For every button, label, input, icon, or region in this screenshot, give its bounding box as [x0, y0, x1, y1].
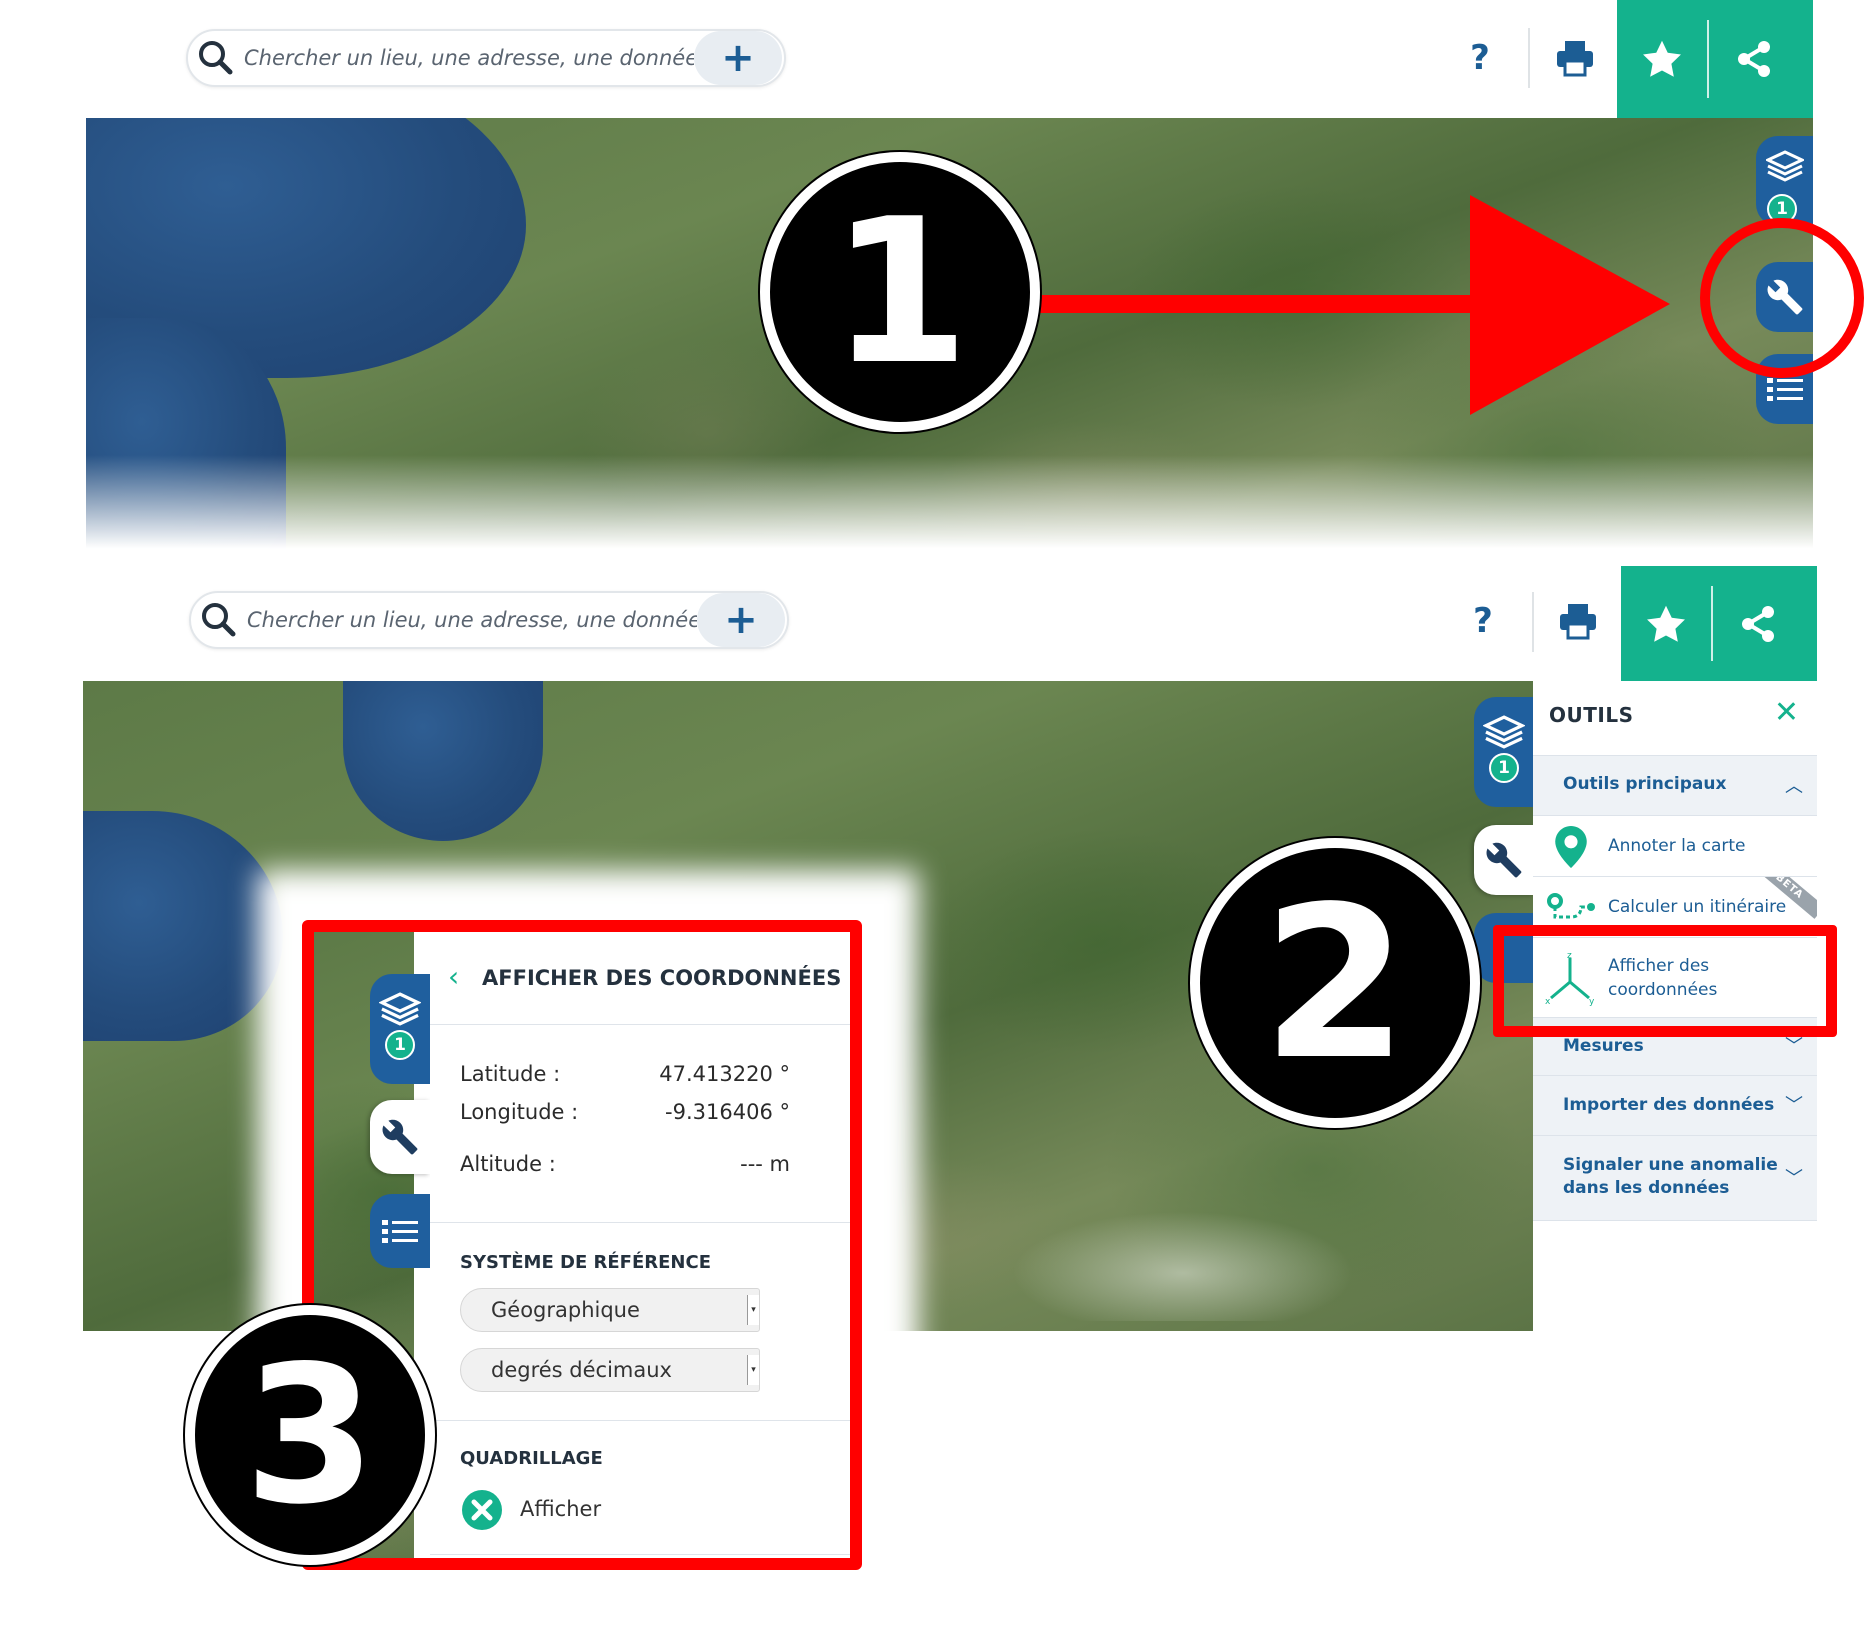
latitude-value: 47.413220 ° [659, 1062, 790, 1086]
search-input[interactable]: Chercher un lieu, une adresse, une donné… [247, 608, 697, 632]
altitude-value: --- m [740, 1152, 790, 1176]
chevron-down-icon: ﹀ [1785, 1168, 1803, 1189]
grid-toggle-label: Afficher [520, 1497, 602, 1521]
section-label: Outils principaux [1563, 774, 1727, 794]
share-toolbar [1621, 566, 1817, 681]
search-bar[interactable]: Chercher un lieu, une adresse, une donné… [186, 29, 786, 87]
coordinates-panel: ‹ AFFICHER DES COORDONNÉES Latitude : 47… [430, 932, 850, 1558]
section-label: Mesures [1563, 1036, 1644, 1056]
layers-icon [379, 992, 421, 1026]
grid-heading: QUADRILLAGE [460, 1448, 603, 1469]
tool-annotate[interactable]: Annoter la carte [1533, 815, 1817, 876]
layers-count-badge: 1 [385, 1030, 415, 1060]
star-icon [1647, 605, 1685, 642]
arrow-annotation [1030, 195, 1670, 415]
print-icon [1560, 604, 1596, 640]
search-input[interactable]: Chercher un lieu, une adresse, une donné… [244, 46, 694, 70]
tool-label: Calculer un itinéraire [1608, 897, 1787, 917]
route-icon [1547, 893, 1595, 919]
close-icon[interactable]: ✕ [1774, 695, 1799, 730]
chevron-up-icon: ︿ [1785, 776, 1803, 797]
help-button[interactable]: ? [1455, 30, 1505, 86]
divider [430, 1420, 850, 1421]
longitude-label: Longitude : [460, 1100, 579, 1124]
layers-icon [1483, 715, 1525, 749]
share-button[interactable] [1709, 0, 1799, 118]
highlight-circle [1700, 218, 1864, 378]
system-select[interactable]: Géographique ▾ [460, 1288, 760, 1332]
layers-count-badge: 1 [1489, 753, 1519, 783]
reference-system-heading: SYSTÈME DE RÉFÉRENCE [460, 1252, 711, 1273]
search-icon [188, 30, 244, 86]
favorite-button[interactable] [1617, 0, 1707, 118]
divider [430, 1024, 850, 1025]
map-pin-icon [1555, 826, 1587, 868]
divider [430, 1222, 850, 1223]
altitude-label: Altitude : [460, 1152, 556, 1176]
unit-select[interactable]: degrés décimaux ▾ [460, 1348, 760, 1392]
step-1-marker: 1 [760, 152, 1040, 432]
help-button[interactable]: ? [1458, 593, 1508, 649]
wrench-icon [1486, 842, 1522, 878]
grid-toggle[interactable]: Afficher [460, 1488, 660, 1532]
tools-tab[interactable] [1474, 825, 1534, 895]
tools-panel-title: OUTILS [1549, 703, 1634, 727]
share-icon [1742, 605, 1774, 642]
layers-tab[interactable]: 1 [370, 974, 430, 1084]
divider [1532, 592, 1534, 652]
share-button[interactable] [1713, 566, 1803, 681]
search-bar[interactable]: Chercher un lieu, une adresse, une donné… [189, 591, 789, 649]
select-arrow-icon: ▾ [747, 1295, 759, 1325]
share-icon [1738, 41, 1770, 77]
wrench-icon [382, 1119, 418, 1155]
section-label: Signaler une anomalie dans les données [1563, 1155, 1778, 1198]
legend-tab[interactable] [370, 1194, 430, 1268]
latitude-label: Latitude : [460, 1062, 561, 1086]
highlight-box [1493, 925, 1837, 1037]
share-toolbar [1617, 0, 1813, 118]
map-fade [86, 455, 1813, 565]
chevron-down-icon: ﹀ [1785, 1095, 1803, 1116]
layers-icon [1765, 150, 1804, 182]
layers-tab[interactable]: 1 [1474, 697, 1534, 807]
step-2-marker: 2 [1190, 838, 1480, 1128]
chevron-left-icon[interactable]: ‹ [448, 960, 459, 993]
mountains [983, 1201, 1383, 1321]
legend-icon [1766, 378, 1803, 401]
section-main-tools[interactable]: Outils principaux ︿ [1533, 755, 1817, 815]
print-button[interactable] [1548, 591, 1608, 651]
unit-select-value: degrés décimaux [491, 1358, 672, 1382]
coordinates-title: AFFICHER DES COORDONNÉES [482, 966, 842, 990]
star-icon [1643, 40, 1681, 77]
section-import[interactable]: Importer des données ﹀ [1533, 1075, 1817, 1135]
add-button[interactable]: + [697, 593, 785, 647]
sea-area [343, 681, 543, 841]
tools-tab[interactable] [370, 1100, 430, 1174]
print-button[interactable] [1545, 28, 1605, 88]
add-button[interactable]: + [694, 31, 782, 85]
section-label: Importer des données [1563, 1095, 1775, 1115]
legend-icon [382, 1220, 418, 1243]
sea-area [83, 811, 283, 1041]
system-select-value: Géographique [491, 1298, 640, 1322]
tool-label: Annoter la carte [1608, 836, 1746, 856]
print-icon [1557, 41, 1593, 77]
divider [1528, 28, 1530, 88]
divider [430, 1554, 850, 1555]
longitude-value: -9.316406 ° [665, 1100, 790, 1124]
section-report-anomaly[interactable]: Signaler une anomalie dans les données ﹀ [1533, 1135, 1817, 1221]
close-circle-icon [462, 1490, 502, 1530]
favorite-button[interactable] [1621, 566, 1711, 681]
search-icon [191, 592, 247, 648]
step-3-marker: 3 [185, 1305, 435, 1565]
select-arrow-icon: ▾ [747, 1355, 759, 1385]
